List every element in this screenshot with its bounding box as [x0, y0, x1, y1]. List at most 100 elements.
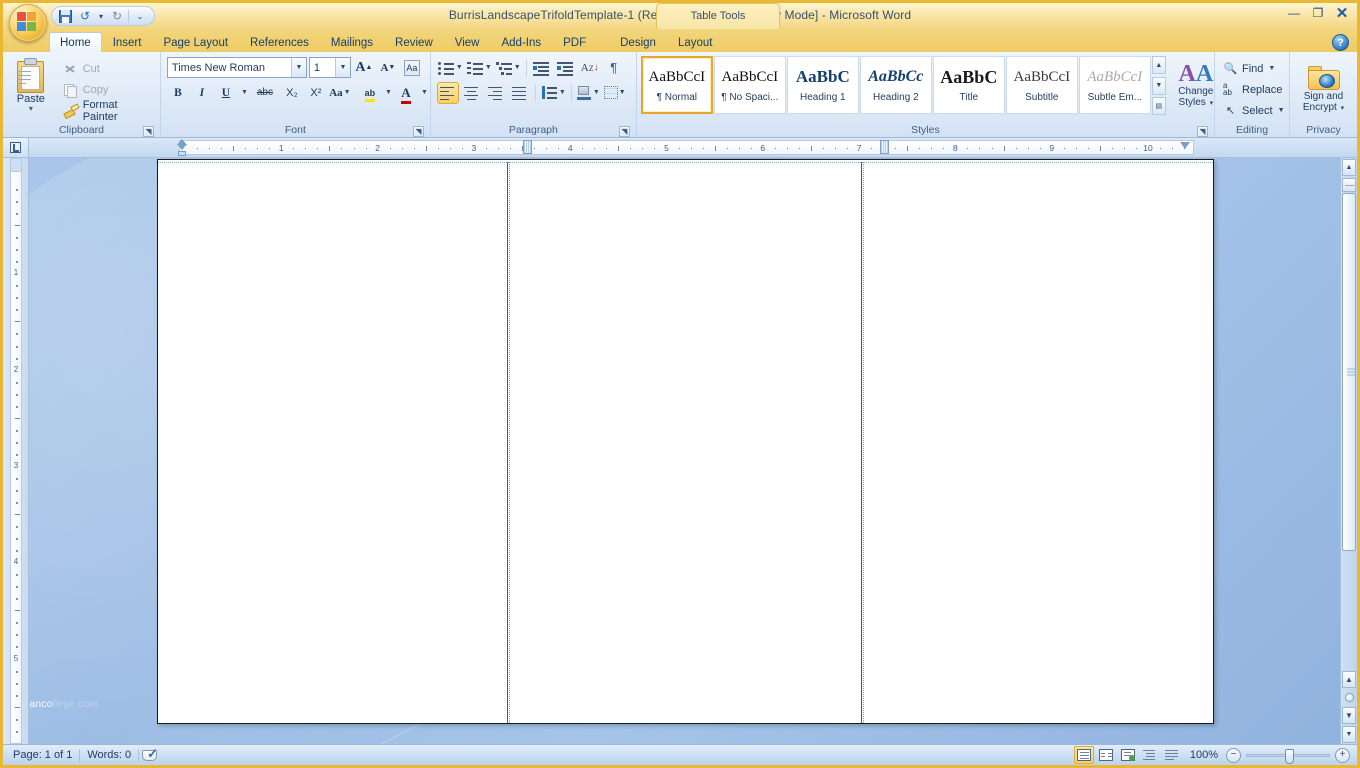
- style-heading-2[interactable]: AaBbCc Heading 2: [860, 56, 932, 114]
- next-page-icon[interactable]: ▼: [1342, 707, 1356, 724]
- page-content-area[interactable]: [158, 160, 1213, 723]
- document-canvas[interactable]: www.heritagechristiancollege.com: [29, 158, 1340, 744]
- font-color-dropdown-icon[interactable]: ▼: [419, 82, 429, 104]
- style-subtle-emphasis[interactable]: AaBbCcI Subtle Em...: [1079, 56, 1151, 114]
- underline-dropdown-icon[interactable]: ▼: [239, 82, 249, 104]
- zoom-in-button[interactable]: +: [1335, 748, 1350, 763]
- change-case-button[interactable]: Aa▼: [329, 82, 351, 104]
- select-button[interactable]: ↖ Select▼: [1219, 100, 1285, 121]
- web-layout-view-button[interactable]: [1118, 746, 1138, 764]
- styles-dialog-launcher[interactable]: ◥: [1197, 126, 1208, 137]
- strikethrough-button[interactable]: abc: [251, 82, 279, 104]
- redo-icon[interactable]: ↻: [108, 8, 126, 25]
- right-indent-marker[interactable]: [1180, 142, 1190, 149]
- scroll-up-icon[interactable]: ▲: [1342, 159, 1356, 176]
- scrollbar-thumb[interactable]: [1342, 193, 1356, 551]
- cut-button[interactable]: Cut: [61, 59, 156, 78]
- word-count[interactable]: Words: 0: [80, 746, 138, 764]
- clipboard-dialog-launcher[interactable]: ◥: [143, 126, 154, 137]
- clear-formatting-button[interactable]: Aa: [401, 57, 423, 79]
- left-indent-marker[interactable]: [177, 138, 188, 157]
- format-painter-button[interactable]: Format Painter: [61, 101, 156, 120]
- minimize-button[interactable]: —: [1285, 5, 1303, 21]
- previous-page-icon[interactable]: ▲: [1342, 671, 1356, 688]
- subscript-button[interactable]: X₂: [281, 82, 303, 104]
- split-window-handle[interactable]: [1342, 178, 1356, 192]
- paste-dropdown-icon[interactable]: ▾: [29, 105, 33, 112]
- font-name-input[interactable]: Times New Roman ▼: [167, 57, 307, 78]
- horizontal-ruler[interactable]: 12345678910: [29, 138, 1340, 157]
- restore-button[interactable]: ❐: [1309, 5, 1327, 21]
- font-color-button[interactable]: A: [395, 82, 417, 104]
- italic-button[interactable]: I: [191, 82, 213, 104]
- decrease-indent-button[interactable]: [531, 57, 553, 79]
- copy-button[interactable]: Copy: [61, 80, 156, 99]
- vertical-ruler[interactable]: 12345: [3, 158, 29, 744]
- draft-view-button[interactable]: [1162, 746, 1182, 764]
- styles-scroll-down-icon[interactable]: ▼: [1152, 77, 1166, 95]
- sign-and-encrypt-button[interactable]: Sign and Encrypt ▾: [1294, 55, 1353, 124]
- office-button[interactable]: [9, 4, 47, 42]
- style-heading-1[interactable]: AaBbC Heading 1: [787, 56, 859, 114]
- zoom-thumb[interactable]: [1285, 749, 1294, 764]
- highlight-dropdown-icon[interactable]: ▼: [383, 82, 393, 104]
- text-highlight-button[interactable]: ab: [359, 82, 381, 104]
- styles-more-icon[interactable]: ▤: [1152, 97, 1166, 115]
- full-screen-reading-view-button[interactable]: [1096, 746, 1116, 764]
- show-formatting-marks-button[interactable]: ¶: [603, 57, 625, 79]
- top-margin-marker[interactable]: [10, 158, 22, 172]
- tab-insert[interactable]: Insert: [102, 32, 153, 53]
- tab-home[interactable]: Home: [49, 32, 102, 53]
- tab-view[interactable]: View: [444, 32, 491, 53]
- undo-dropdown-icon[interactable]: ▾: [96, 8, 106, 25]
- styles-scroll-up-icon[interactable]: ▲: [1152, 56, 1166, 74]
- page-indicator[interactable]: Page: 1 of 1: [6, 746, 79, 764]
- align-left-button[interactable]: [437, 82, 459, 104]
- numbering-button[interactable]: ▼: [466, 57, 493, 79]
- font-size-dropdown-icon[interactable]: ▼: [335, 58, 350, 77]
- outline-view-button[interactable]: [1140, 746, 1160, 764]
- save-icon[interactable]: [56, 8, 74, 25]
- document-page[interactable]: [157, 159, 1214, 724]
- paste-button[interactable]: Paste ▾: [7, 55, 55, 124]
- proofing-status-button[interactable]: [139, 746, 161, 764]
- replace-button[interactable]: aab Replace: [1219, 79, 1285, 100]
- style-no-spacing[interactable]: AaBbCcI ¶ No Spaci...: [714, 56, 786, 114]
- bold-button[interactable]: B: [167, 82, 189, 104]
- multilevel-list-button[interactable]: ▼: [495, 57, 522, 79]
- zoom-track[interactable]: [1246, 754, 1330, 757]
- font-name-dropdown-icon[interactable]: ▼: [291, 58, 306, 77]
- tab-pdf[interactable]: PDF: [552, 32, 597, 53]
- style-normal[interactable]: AaBbCcI ¶ Normal: [641, 56, 713, 114]
- superscript-button[interactable]: X²: [305, 82, 327, 104]
- zoom-out-button[interactable]: −: [1226, 748, 1241, 763]
- borders-button[interactable]: ▼: [603, 82, 627, 104]
- vertical-scrollbar[interactable]: ▲ ▲ ▼ ▼: [1340, 158, 1357, 744]
- font-size-input[interactable]: 1 ▼: [309, 57, 351, 78]
- align-center-button[interactable]: [461, 82, 483, 104]
- tab-layout[interactable]: Layout: [667, 32, 724, 53]
- align-right-button[interactable]: [485, 82, 507, 104]
- zoom-slider[interactable]: − +: [1226, 748, 1350, 763]
- tab-page-layout[interactable]: Page Layout: [152, 32, 239, 53]
- shading-button[interactable]: ▼: [576, 82, 601, 104]
- justify-button[interactable]: [509, 82, 531, 104]
- scrollbar-track[interactable]: [1341, 551, 1357, 670]
- shrink-font-button[interactable]: A▼: [377, 57, 399, 79]
- find-button[interactable]: 🔍 Find▼: [1219, 58, 1285, 79]
- font-dialog-launcher[interactable]: ◥: [413, 126, 424, 137]
- bullets-button[interactable]: ▼: [437, 57, 464, 79]
- tab-references[interactable]: References: [239, 32, 320, 53]
- select-browse-object-icon[interactable]: [1342, 690, 1356, 705]
- tab-mailings[interactable]: Mailings: [320, 32, 384, 53]
- line-spacing-button[interactable]: ▼: [540, 82, 567, 104]
- tab-review[interactable]: Review: [384, 32, 444, 53]
- column-marker-2[interactable]: [880, 140, 889, 154]
- tab-add-ins[interactable]: Add-Ins: [490, 32, 552, 53]
- undo-icon[interactable]: ↺: [76, 8, 94, 25]
- print-layout-view-button[interactable]: [1074, 746, 1094, 764]
- increase-indent-button[interactable]: [555, 57, 577, 79]
- column-marker-1[interactable]: [523, 140, 532, 154]
- close-button[interactable]: ✕: [1333, 5, 1351, 21]
- scroll-down-icon[interactable]: ▼: [1342, 726, 1356, 743]
